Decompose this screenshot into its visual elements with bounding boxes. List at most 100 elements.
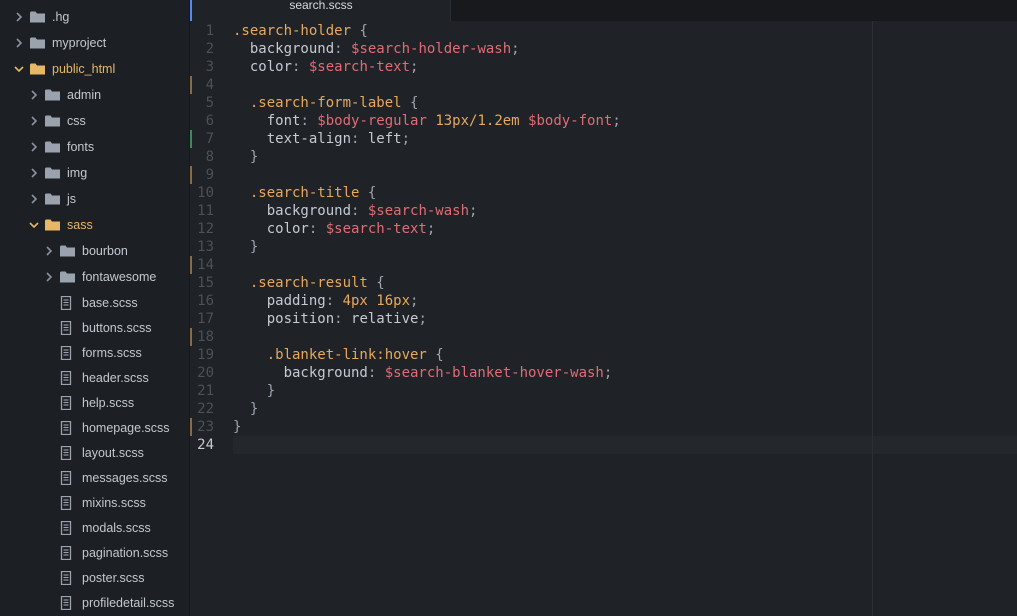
chevron-right-icon[interactable] — [27, 142, 41, 152]
code-token: 4px 16px — [342, 293, 411, 309]
code-token: ; — [401, 131, 411, 147]
code-editor[interactable]: 1 .search-holder {2 background: $search-h… — [190, 21, 1017, 616]
file-icon — [60, 321, 76, 335]
tree-file-item[interactable]: header.scss — [0, 366, 189, 390]
code-line[interactable]: } — [233, 382, 275, 400]
file-icon — [60, 546, 76, 560]
code-line[interactable]: background: $search-holder-wash; — [233, 40, 520, 58]
line-number: 13 — [197, 239, 214, 255]
tree-item-label: profiledetail.scss — [82, 596, 175, 610]
tree-folder-item[interactable]: public_html — [0, 57, 189, 81]
code-token: .search-result — [233, 275, 368, 291]
code-line[interactable]: background: $search-wash; — [233, 202, 478, 220]
line-number: 2 — [205, 41, 214, 57]
code-line[interactable]: position: relative; — [233, 310, 427, 328]
code-line[interactable]: .search-result { — [233, 274, 385, 292]
tree-folder-item[interactable]: img — [0, 161, 189, 185]
tree-folder-item[interactable]: myproject — [0, 31, 189, 55]
code-token: ; — [603, 365, 613, 381]
code-token: ; — [469, 203, 478, 219]
file-icon — [60, 471, 76, 485]
tree-folder-item[interactable]: fonts — [0, 135, 189, 159]
tree-item-label: myproject — [52, 36, 107, 50]
code-token: .search-holder — [233, 23, 352, 39]
code-token: : — [367, 365, 385, 381]
file-icon — [60, 421, 76, 435]
code-line[interactable]: padding: 4px 16px; — [233, 292, 419, 310]
tab-search-scss[interactable]: search.scss — [190, 0, 451, 21]
tree-folder-item[interactable]: sass — [0, 213, 189, 237]
code-token: ; — [418, 311, 427, 327]
code-line[interactable]: } — [233, 400, 258, 418]
tree-item-label: js — [67, 192, 77, 206]
tree-folder-item[interactable]: js — [0, 187, 189, 211]
tree-item-label: fonts — [67, 140, 95, 154]
code-line[interactable]: color: $search-text; — [233, 220, 436, 238]
chevron-right-icon[interactable] — [12, 12, 26, 22]
tree-file-item[interactable]: layout.scss — [0, 441, 189, 465]
line-number: 19 — [197, 347, 214, 363]
tree-folder-item[interactable]: css — [0, 109, 189, 133]
code-line[interactable]: .search-holder { — [233, 22, 368, 40]
tree-folder-item[interactable]: .hg — [0, 5, 189, 29]
code-token: ; — [410, 59, 419, 75]
code-line[interactable]: .search-form-label { — [233, 94, 419, 112]
code-token: $body-font — [528, 113, 613, 129]
tree-folder-item[interactable]: bourbon — [0, 239, 189, 263]
tree-file-item[interactable]: profiledetail.scss — [0, 591, 189, 615]
chevron-right-icon[interactable] — [27, 116, 41, 126]
tree-file-item[interactable]: poster.scss — [0, 566, 189, 590]
code-line[interactable]: text-align: left; — [233, 130, 410, 148]
chevron-down-icon[interactable] — [27, 221, 41, 229]
code-line[interactable]: background: $search-blanket-hover-wash; — [233, 364, 613, 382]
tree-file-item[interactable]: base.scss — [0, 291, 189, 315]
code-token: ; — [410, 293, 419, 309]
code-token: position — [233, 311, 335, 327]
code-line[interactable]: } — [233, 418, 241, 436]
tree-file-item[interactable]: help.scss — [0, 391, 189, 415]
line-number: 9 — [205, 167, 214, 183]
code-token: relative — [351, 311, 419, 327]
chevron-right-icon[interactable] — [27, 194, 41, 204]
code-token: : — [308, 221, 326, 237]
chevron-right-icon[interactable] — [12, 38, 26, 48]
tree-file-item[interactable]: buttons.scss — [0, 316, 189, 340]
code-line[interactable]: } — [233, 148, 258, 166]
tree-item-label: base.scss — [82, 296, 138, 310]
code-line[interactable]: .search-title { — [233, 184, 376, 202]
chevron-down-icon[interactable] — [12, 65, 26, 73]
code-line[interactable]: color: $search-text; — [233, 58, 419, 76]
line-number: 11 — [197, 203, 214, 219]
wrap-guide — [872, 21, 873, 616]
line-number: 8 — [205, 149, 214, 165]
tree-item-label: .hg — [52, 10, 70, 24]
code-line[interactable]: font: $body-regular 13px/1.2em $body-fon… — [233, 112, 621, 130]
tree-item-label: img — [67, 166, 88, 180]
tree-item-label: poster.scss — [82, 571, 145, 585]
tree-folder-item[interactable]: admin — [0, 83, 189, 107]
tree-file-item[interactable]: mixins.scss — [0, 491, 189, 515]
line-number: 12 — [197, 221, 214, 237]
tree-folder-item[interactable]: fontawesome — [0, 265, 189, 289]
tree-file-item[interactable]: homepage.scss — [0, 416, 189, 440]
folder-icon — [45, 140, 61, 154]
tree-file-item[interactable]: messages.scss — [0, 466, 189, 490]
tree-file-item[interactable]: modals.scss — [0, 516, 189, 540]
line-number: 7 — [205, 131, 214, 147]
chevron-right-icon[interactable] — [42, 246, 56, 256]
tree-item-label: mixins.scss — [82, 496, 146, 510]
line-number: 16 — [197, 293, 214, 309]
tree-file-item[interactable]: forms.scss — [0, 341, 189, 365]
code-token: : — [334, 311, 352, 327]
chevron-right-icon[interactable] — [42, 272, 56, 282]
line-number: 6 — [205, 113, 214, 129]
tree-item-label: help.scss — [82, 396, 135, 410]
code-token: } — [233, 149, 259, 165]
chevron-right-icon[interactable] — [27, 168, 41, 178]
chevron-right-icon[interactable] — [27, 90, 41, 100]
file-icon — [60, 346, 76, 360]
code-line[interactable]: .blanket-link:hover { — [233, 346, 444, 364]
code-line[interactable]: } — [233, 238, 258, 256]
tree-file-item[interactable]: pagination.scss — [0, 541, 189, 565]
code-token: $search-blanket-hover-wash — [384, 365, 604, 381]
